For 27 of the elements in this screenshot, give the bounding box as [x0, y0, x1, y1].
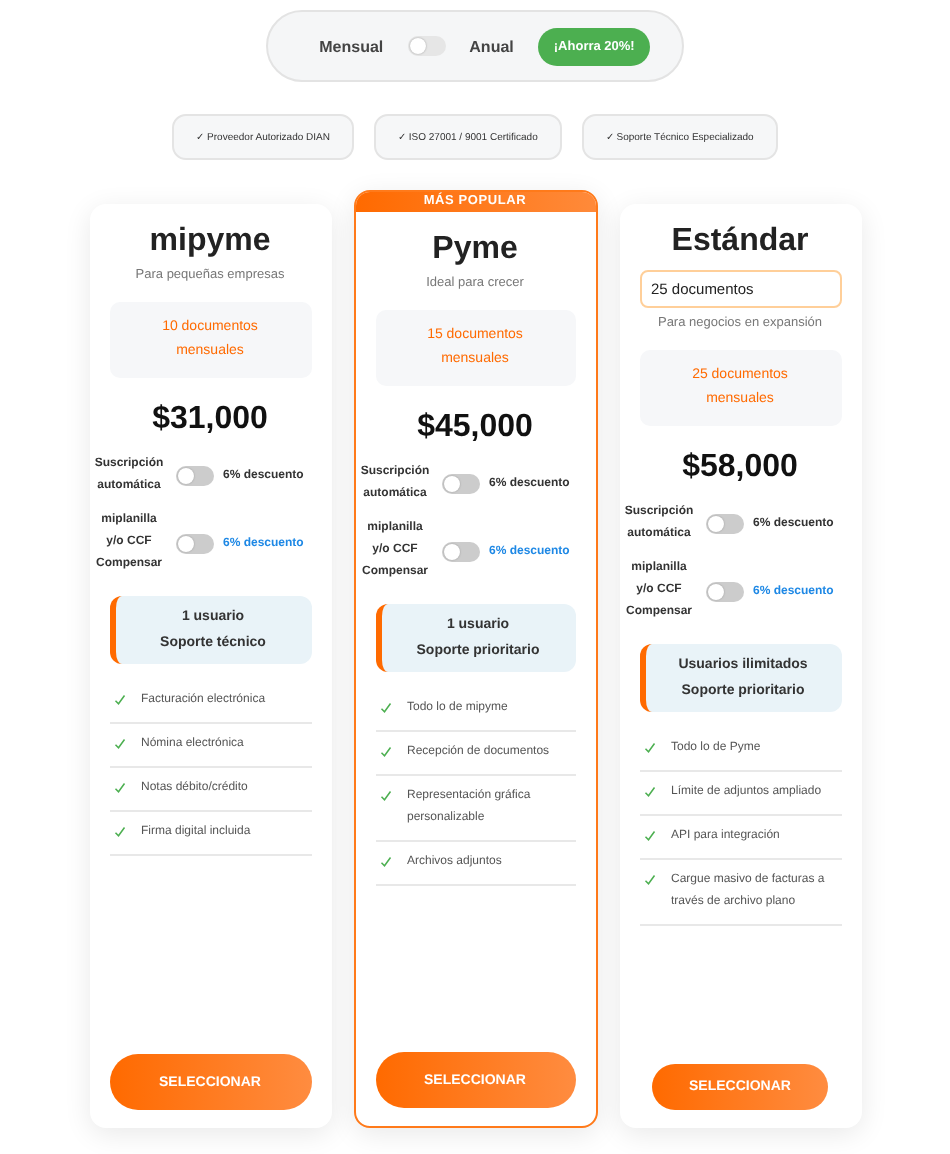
- discount-switch[interactable]: [705, 514, 743, 534]
- check-icon: [643, 786, 655, 798]
- check-icon: [643, 742, 655, 754]
- plan-name: mipyme: [147, 224, 273, 260]
- check-icon: [113, 738, 125, 750]
- plan-price: $58,000: [680, 450, 800, 486]
- check-icon: [379, 790, 391, 802]
- discount-switch[interactable]: [175, 466, 213, 486]
- plan-price: $45,000: [415, 410, 535, 446]
- check-icon: [379, 702, 391, 714]
- check-icon: [113, 826, 125, 838]
- discount-switch[interactable]: [441, 541, 479, 561]
- discount-switch[interactable]: [705, 581, 743, 601]
- check-icon: [379, 856, 391, 868]
- plan-name: Estándar: [669, 224, 811, 260]
- plan-price: $31,000: [150, 402, 270, 438]
- monthly-label: Mensual: [319, 37, 384, 55]
- check-icon: [113, 782, 125, 794]
- check-icon: [643, 874, 655, 886]
- billing-switch[interactable]: [407, 36, 446, 56]
- check-icon: [113, 694, 125, 706]
- annual-label: Anual: [469, 37, 514, 55]
- plan-name: Pyme: [430, 232, 520, 268]
- discount-switch[interactable]: [175, 533, 213, 553]
- check-icon: [643, 830, 655, 842]
- check-icon: [379, 746, 391, 758]
- discount-switch[interactable]: [441, 474, 479, 494]
